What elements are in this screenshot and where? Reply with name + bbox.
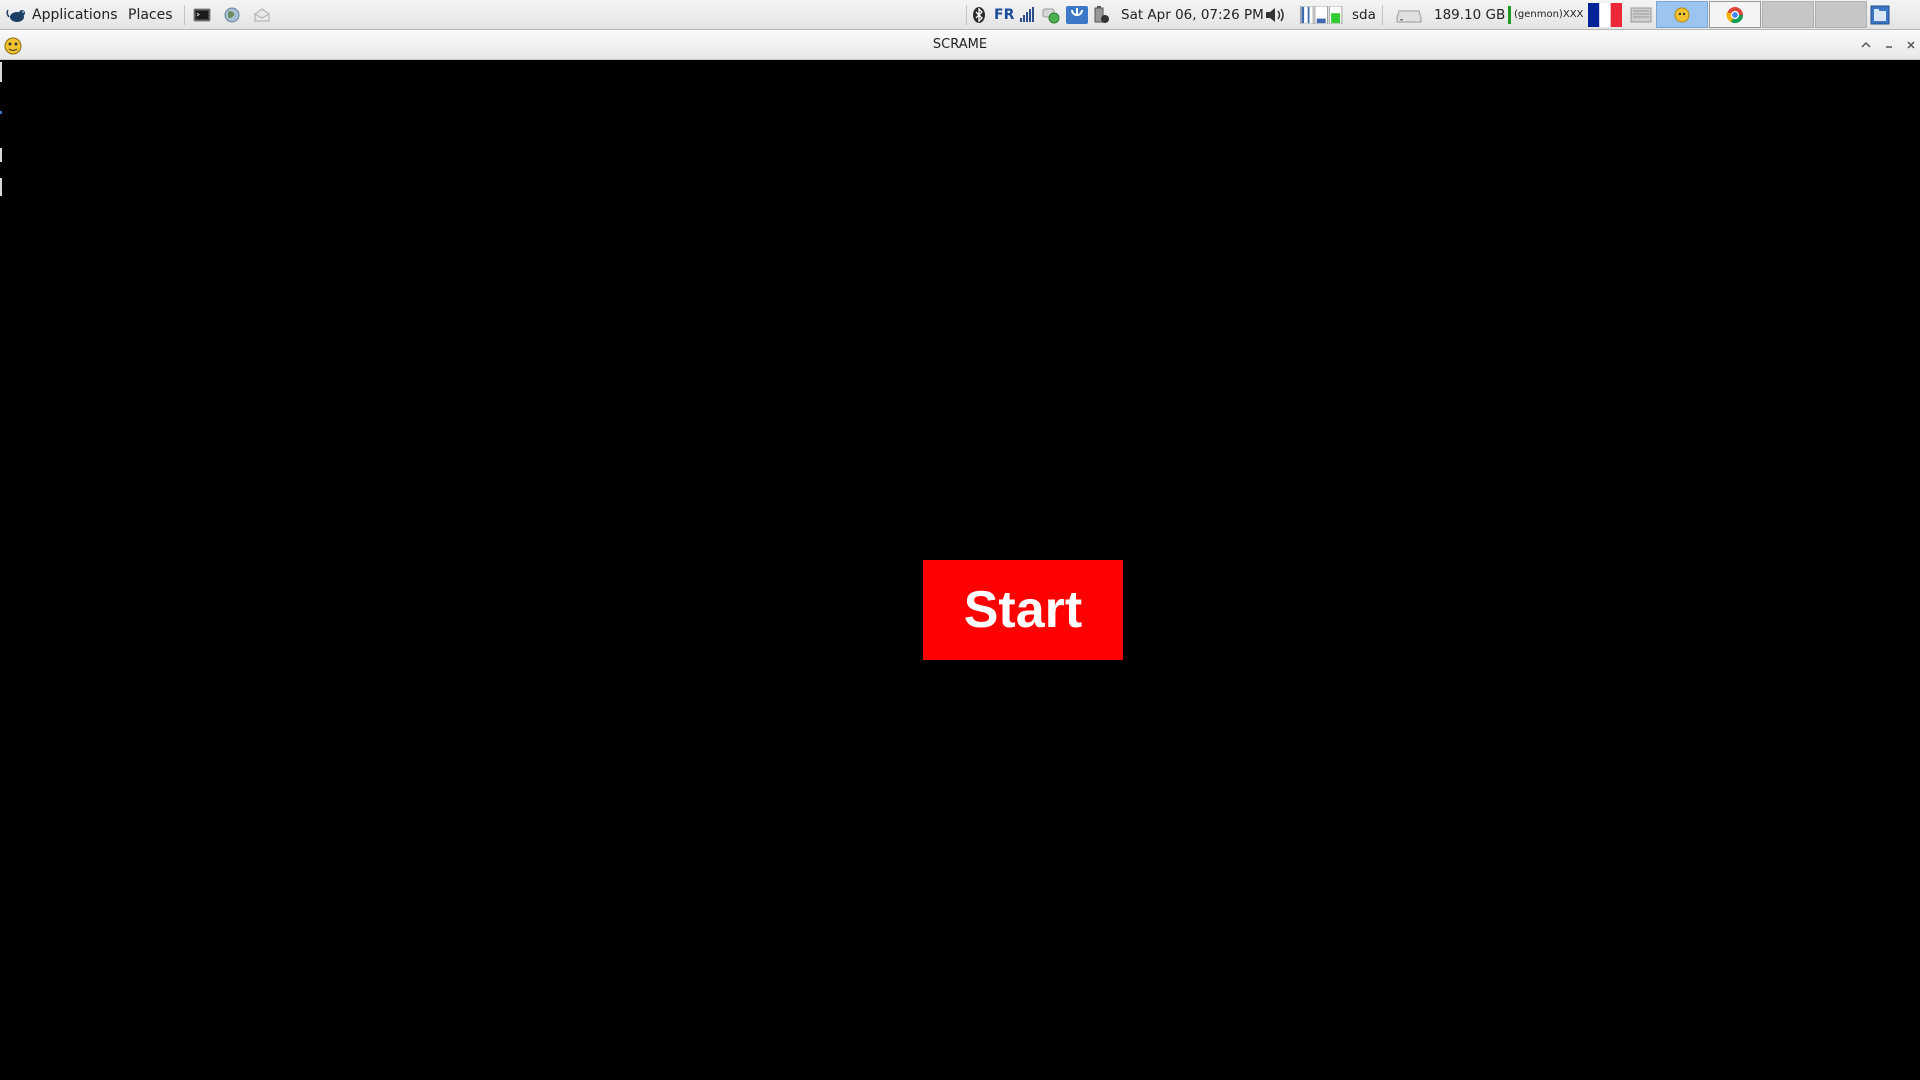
minimize-button[interactable] — [1881, 37, 1897, 53]
disk-free-label: 189.10 GB — [1434, 6, 1506, 23]
text-caret — [0, 178, 2, 196]
genmon-bar — [1508, 5, 1511, 24]
chrome-task-icon — [1726, 7, 1744, 24]
genmon-plugin[interactable]: (genmon)XXX — [1508, 0, 1583, 29]
bluetooth-icon[interactable] — [970, 6, 988, 24]
clock-label: Sat Apr 06, 07:26 PM — [1121, 6, 1264, 23]
disk-name: sda — [1352, 0, 1376, 29]
text-caret — [0, 148, 2, 162]
disk-free: 189.10 GB — [1434, 0, 1505, 29]
web-browser-icon[interactable] — [223, 6, 241, 24]
text-caret — [0, 111, 2, 114]
text-caret — [0, 62, 2, 82]
maximize-icon — [1861, 41, 1871, 48]
places-menu[interactable]: Places — [128, 0, 173, 29]
chrome-task-button[interactable] — [1709, 1, 1761, 28]
file-manager-icon[interactable] — [1870, 5, 1890, 25]
panel-separator — [184, 5, 185, 25]
keyboard-layout-label: FR — [994, 6, 1015, 23]
top-panel: Applications Places FR Sat Apr 06, 07:26… — [0, 0, 1920, 30]
updates-icon[interactable] — [1066, 6, 1088, 24]
clock[interactable]: Sat Apr 06, 07:26 PM — [1121, 0, 1264, 29]
window-titlebar[interactable]: SCRAME — [0, 30, 1920, 60]
chat-icon[interactable] — [1042, 6, 1060, 24]
cpu-graph-icon[interactable] — [1298, 6, 1348, 24]
keyboard-layout-indicator[interactable]: FR — [994, 0, 1014, 29]
panel-separator — [1382, 5, 1383, 25]
flag-fr-icon[interactable] — [1588, 3, 1622, 27]
close-icon — [1907, 41, 1915, 49]
app-task-icon — [1674, 7, 1690, 23]
volume-icon[interactable] — [1264, 6, 1286, 24]
mail-icon[interactable] — [253, 6, 271, 24]
applications-menu[interactable]: Applications — [6, 0, 118, 29]
start-button[interactable]: Start — [923, 560, 1123, 660]
places-label: Places — [128, 6, 173, 23]
network-signal-icon[interactable] — [1018, 6, 1036, 24]
applications-label: Applications — [32, 6, 118, 23]
keyboard-icon[interactable] — [1630, 6, 1652, 24]
genmon-label: (genmon)XXX — [1514, 9, 1584, 20]
taskbar-slot[interactable] — [1815, 1, 1867, 28]
app-task-button[interactable] — [1656, 1, 1708, 28]
terminal-icon[interactable] — [193, 6, 211, 24]
window-title: SCRAME — [932, 37, 988, 52]
panel-separator — [966, 5, 967, 25]
xfce-mouse-icon — [6, 9, 25, 22]
disk-name-label: sda — [1352, 6, 1376, 23]
app-canvas[interactable]: Start — [0, 60, 1920, 1080]
battery-icon[interactable] — [1092, 6, 1110, 24]
minimize-icon — [1886, 46, 1892, 48]
drive-icon[interactable] — [1396, 6, 1422, 24]
taskbar-slot[interactable] — [1762, 1, 1814, 28]
maximize-button[interactable] — [1858, 37, 1874, 53]
close-button[interactable] — [1903, 37, 1919, 53]
